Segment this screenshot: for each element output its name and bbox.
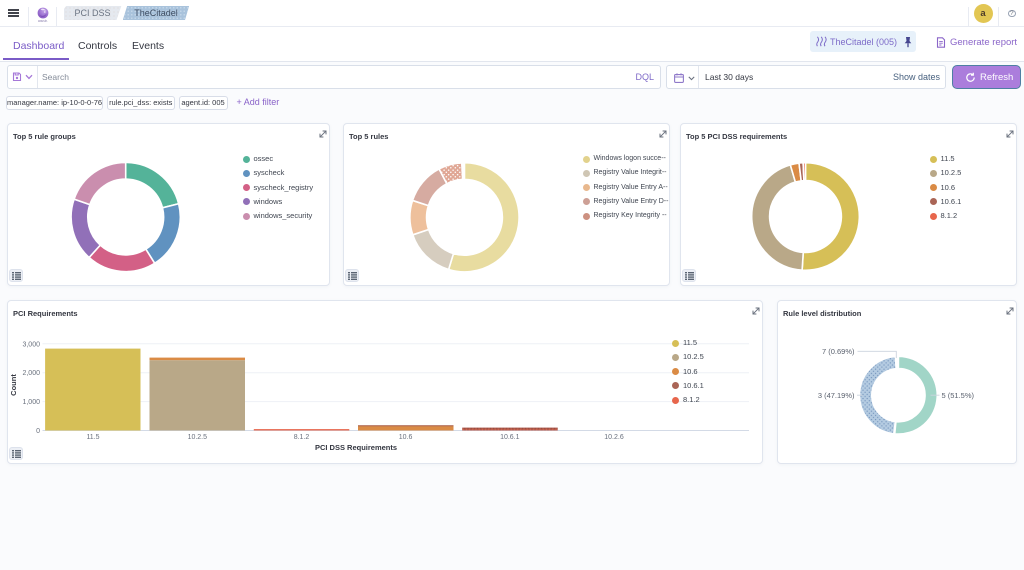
svg-text:3 (47.19%): 3 (47.19%): [818, 391, 855, 400]
svg-text:Count: Count: [9, 374, 18, 396]
svg-text:5 (51.5%): 5 (51.5%): [942, 391, 975, 400]
svg-text:8.1.2: 8.1.2: [294, 434, 310, 441]
svg-text:3,000: 3,000: [22, 341, 40, 348]
svg-text:PCI DSS Requirements: PCI DSS Requirements: [315, 443, 397, 452]
svg-text:10.6: 10.6: [399, 434, 413, 441]
svg-text:1,000: 1,000: [22, 399, 40, 406]
svg-text:10.6.1: 10.6.1: [500, 434, 520, 441]
svg-text:10.2.6: 10.2.6: [604, 434, 624, 441]
svg-text:2,000: 2,000: [22, 370, 40, 377]
svg-text:7 (0.69%): 7 (0.69%): [822, 347, 855, 356]
svg-text:11.5: 11.5: [86, 434, 99, 441]
svg-text:0: 0: [36, 428, 40, 435]
svg-text:wazuh.: wazuh.: [37, 19, 47, 23]
svg-text:10.2.5: 10.2.5: [188, 434, 208, 441]
